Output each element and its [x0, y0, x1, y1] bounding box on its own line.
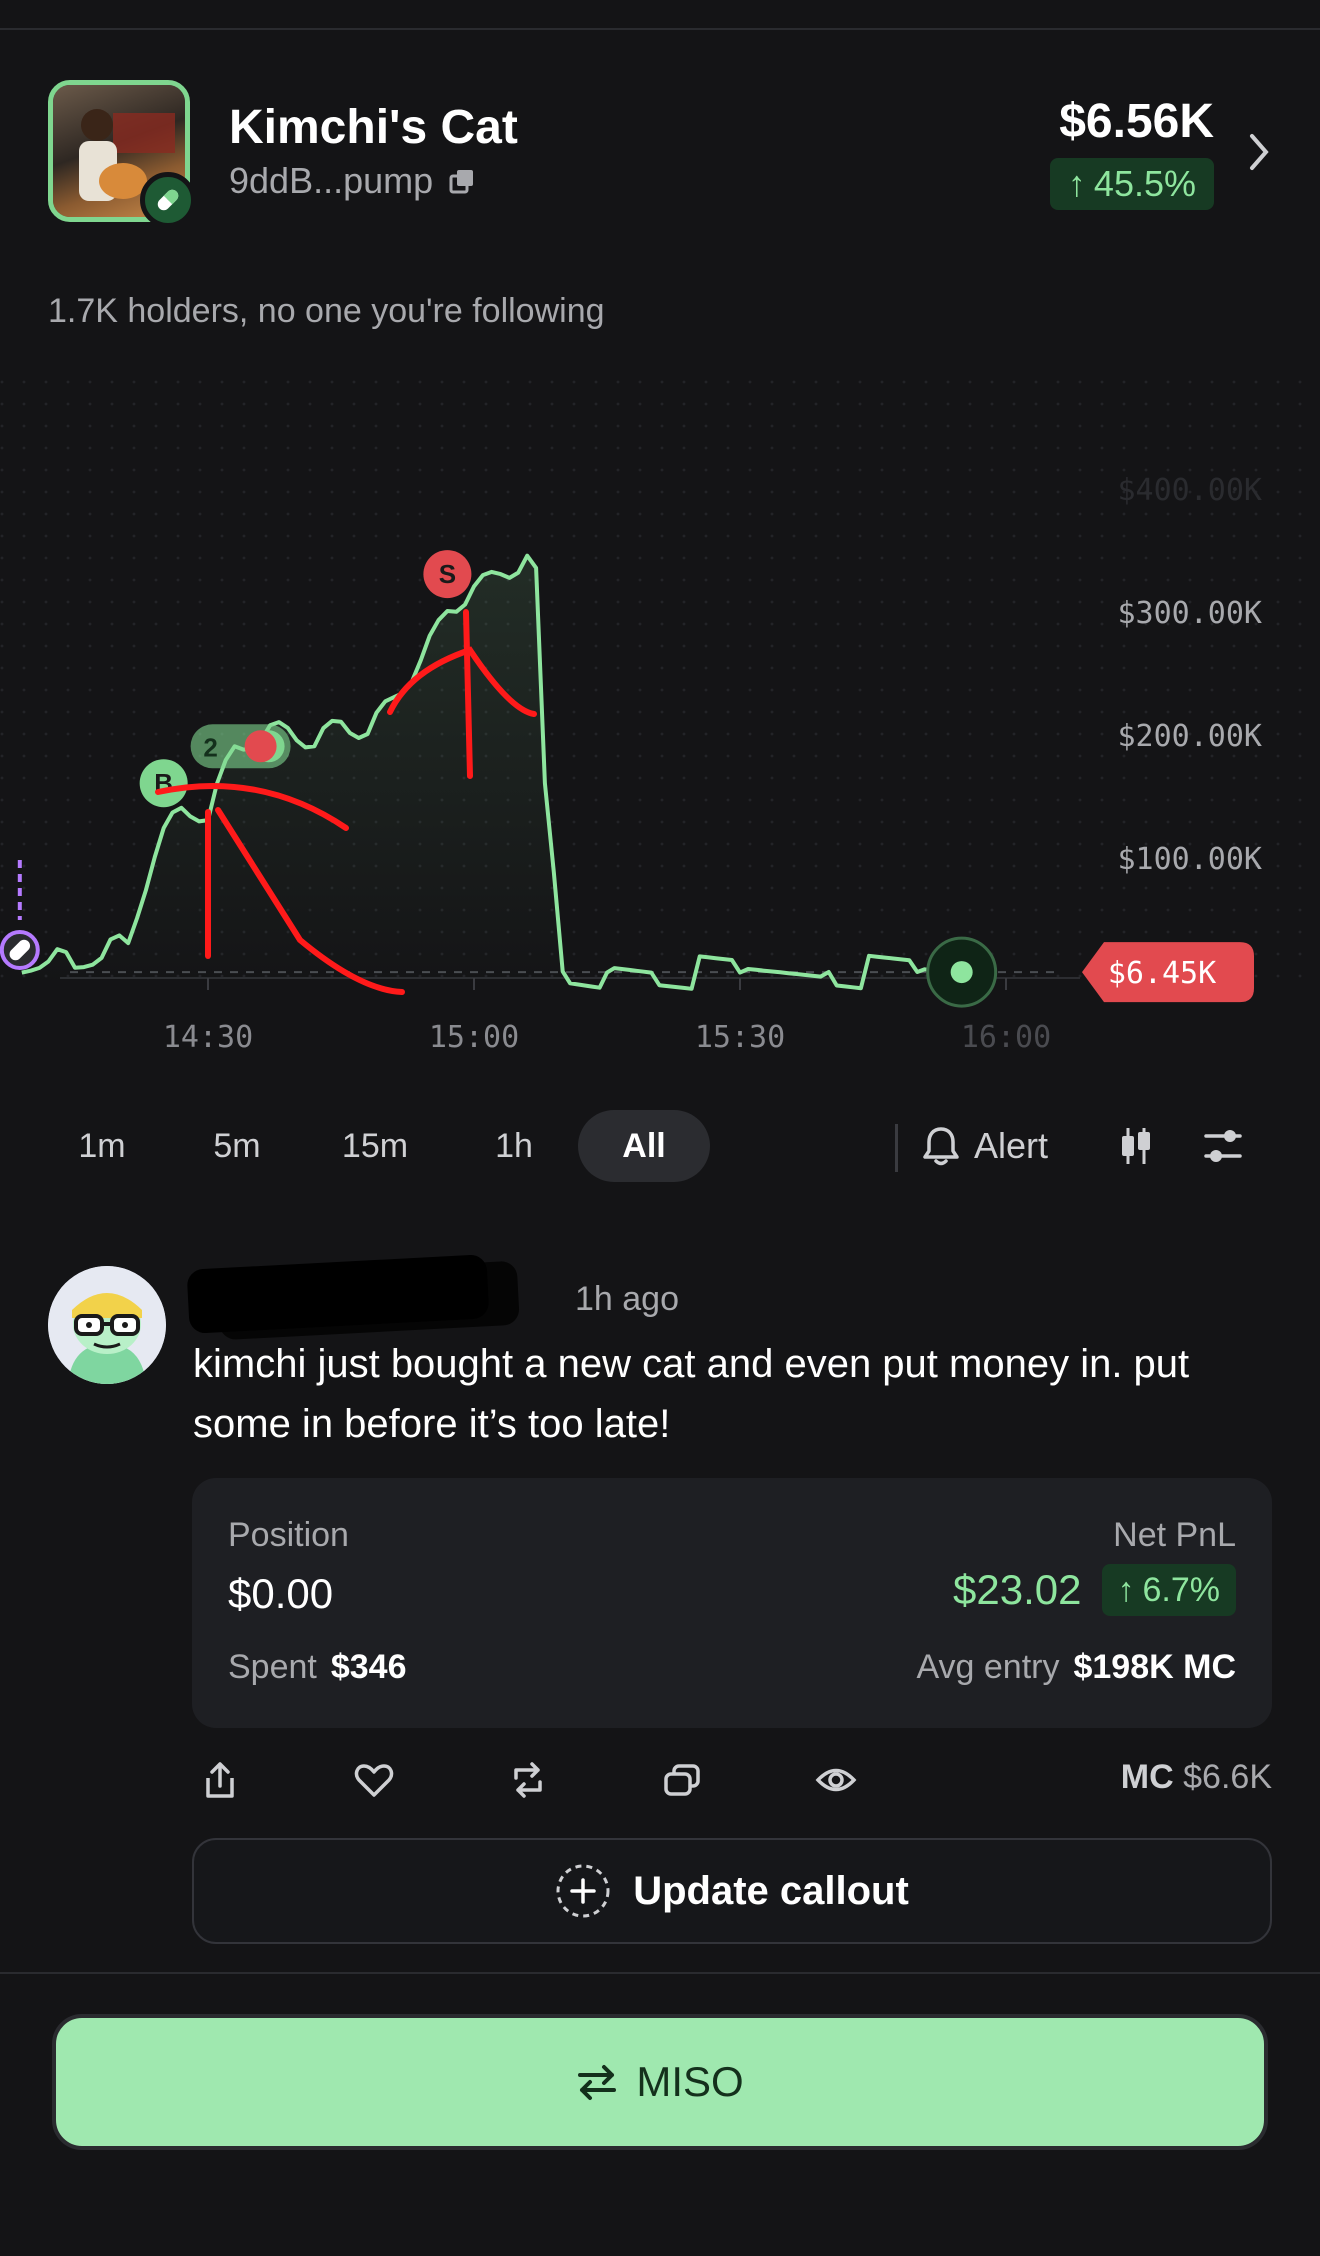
bell-icon [923, 1127, 959, 1166]
spent-row: Spent $346 [228, 1648, 407, 1687]
position-value: $0.00 [228, 1570, 334, 1617]
arrow-up-icon: ↑ [1067, 163, 1086, 204]
token-header[interactable]: Kimchi's Cat 9ddB...pump $6.56K ↑ 45.5% [48, 80, 1272, 230]
top-divider [0, 28, 1320, 30]
price-chart[interactable]: $400.00K $300.00K $200.00K $100.00K 14:30 15:… [0, 380, 1320, 1080]
chevron-right-icon[interactable] [1246, 130, 1272, 174]
pill-icon [140, 172, 196, 228]
market-cap-info: MC $6.6K [1121, 1758, 1272, 1797]
timeframe-bar: 1m 5m 15m 1h All Alert [40, 1110, 1280, 1186]
x-tick-label: 16:00 [961, 1020, 1051, 1055]
annotation-stroke [463, 609, 473, 779]
net-pnl-row: $23.02 ↑ 6.7% [953, 1564, 1236, 1616]
update-callout-button[interactable]: Update callout [192, 1838, 1272, 1944]
position-label: Position [228, 1516, 349, 1554]
position-card: Position $0.00 Net PnL $23.02 ↑ 6.7% Spe… [192, 1478, 1272, 1728]
y-tick-label: $400.00K [1118, 473, 1263, 508]
token-address[interactable]: 9ddB...pump [229, 160, 477, 202]
current-value-label: $6.45K [1108, 956, 1216, 991]
user-avatar[interactable] [48, 1266, 166, 1384]
spent-label: Spent [228, 1648, 317, 1686]
token-name: Kimchi's Cat [229, 101, 518, 154]
settings-sliders-icon[interactable] [1202, 1126, 1244, 1166]
swap-icon [578, 2065, 617, 2100]
token-address-text: 9ddB...pump [229, 160, 434, 201]
heart-icon[interactable] [346, 1752, 402, 1808]
net-pnl-value: $23.02 [953, 1566, 1082, 1613]
spent-value: $346 [330, 1648, 407, 1686]
toolbar-divider [895, 1124, 898, 1172]
copy-icon[interactable] [654, 1752, 710, 1808]
alert-button[interactable]: Alert [922, 1110, 1048, 1182]
post-text: kimchi just bought a new cat and even pu… [193, 1342, 1190, 1446]
pnl-change-badge: ↑ 6.7% [1101, 1564, 1236, 1616]
y-tick-label: $300.00K [1118, 596, 1263, 631]
current-point [950, 961, 973, 984]
avg-entry-row: Avg entry $198K MC [916, 1648, 1236, 1687]
y-tick-label: $200.00K [1118, 719, 1263, 754]
alert-label: Alert [974, 1125, 1049, 1166]
timeframe-1m[interactable]: 1m [72, 1110, 132, 1182]
plus-circle-icon [556, 1864, 610, 1918]
timeframe-5m[interactable]: 5m [202, 1110, 272, 1182]
candlestick-icon[interactable] [1116, 1124, 1156, 1168]
redacted-username [186, 1254, 490, 1334]
copy-icon[interactable] [447, 166, 477, 196]
timeframe-1h[interactable]: 1h [484, 1110, 544, 1182]
post-actions: MC $6.6K [192, 1752, 1272, 1812]
x-tick-label: 15:30 [695, 1020, 785, 1055]
x-tick-label: 14:30 [163, 1020, 253, 1055]
bottom-divider [0, 1972, 1320, 1974]
trade-button-label: MISO [636, 2058, 744, 2105]
avg-entry-value: $198K MC [1073, 1648, 1236, 1686]
market-cap-value: $6.56K [1059, 95, 1214, 148]
x-tick-label: 15:00 [429, 1020, 519, 1055]
price-change-value: 45.5% [1093, 163, 1196, 204]
trade-marker-label: S [439, 559, 456, 589]
timeframe-15m[interactable]: 15m [332, 1110, 418, 1182]
price-change-badge: ↑ 45.5% [1049, 158, 1214, 210]
avg-entry-label: Avg entry [916, 1648, 1060, 1686]
pnl-change-value: 6.7% [1142, 1570, 1221, 1609]
update-callout-label: Update callout [633, 1868, 909, 1913]
repost-icon[interactable] [500, 1752, 556, 1808]
timeframe-all[interactable]: All [578, 1110, 710, 1182]
net-pnl-label: Net PnL [1113, 1516, 1236, 1554]
arrow-up-icon: ↑ [1117, 1570, 1135, 1609]
trade-marker-label: 2 [203, 732, 217, 762]
eye-icon[interactable] [808, 1752, 864, 1808]
share-icon[interactable] [192, 1752, 248, 1808]
mc-value: $6.6K [1183, 1758, 1272, 1796]
mc-label: MC [1120, 1758, 1174, 1796]
post-time: 1h ago [575, 1280, 679, 1318]
y-tick-label: $100.00K [1118, 842, 1263, 877]
trade-button[interactable]: MISO [52, 2014, 1268, 2150]
holders-info: 1.7K holders, no one you're following [48, 292, 605, 330]
trade-marker-sell-dot [244, 730, 277, 763]
